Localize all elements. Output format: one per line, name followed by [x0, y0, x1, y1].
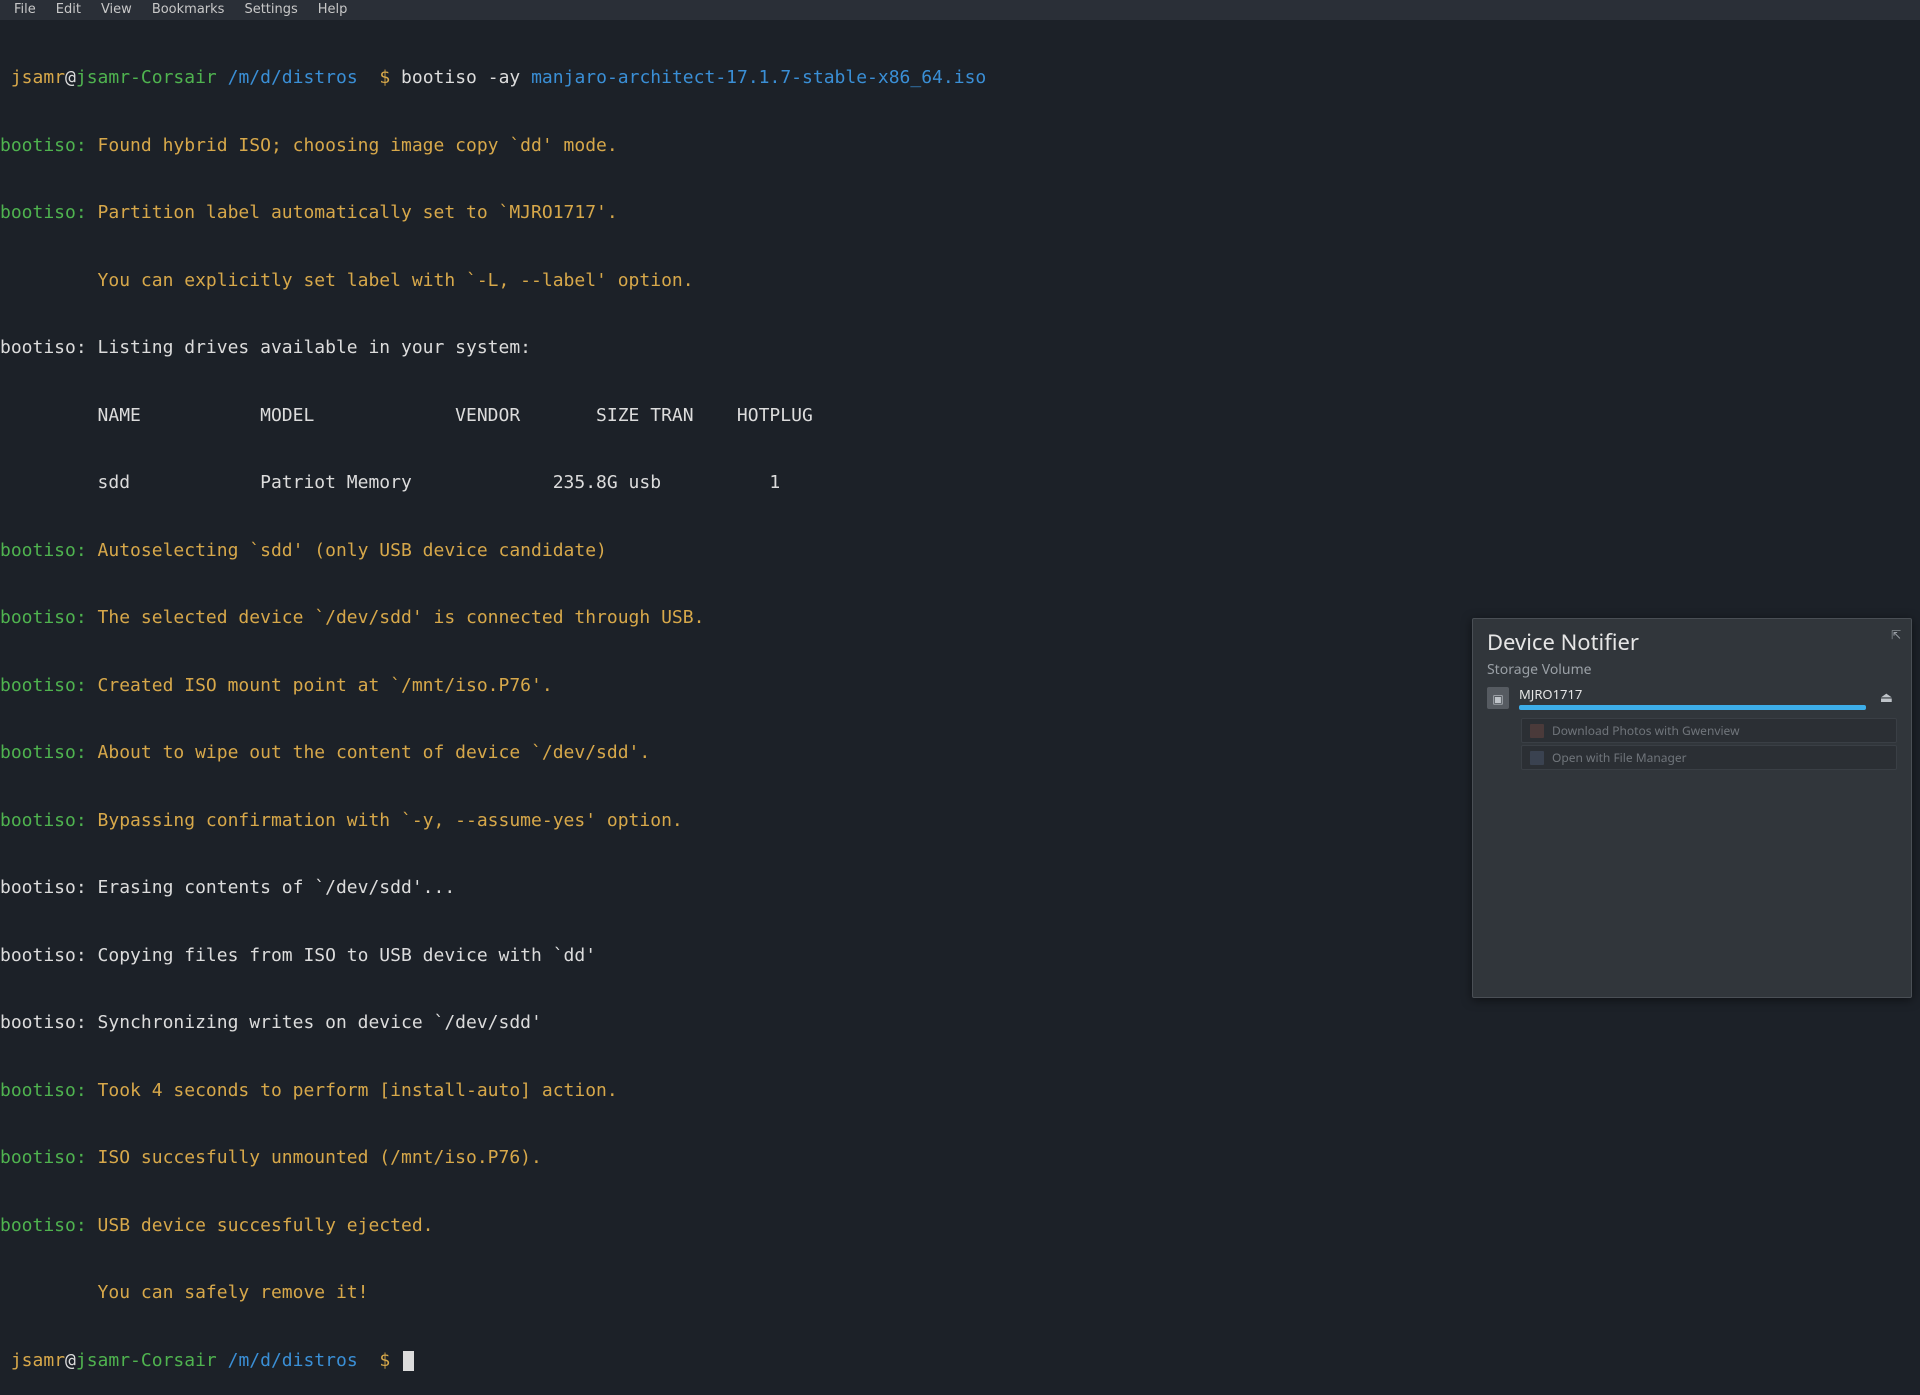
output-prefix: bootiso: — [0, 135, 87, 156]
folder-icon — [1530, 751, 1544, 765]
output-text: Copying files from ISO to USB device wit… — [98, 945, 597, 966]
menu-bookmarks[interactable]: Bookmarks — [142, 0, 235, 20]
prompt-line-1: jsamr@jsamr-Corsair /m/d/distros $ booti… — [0, 67, 1920, 90]
action-gwenview[interactable]: Download Photos with Gwenview — [1521, 718, 1897, 743]
eject-icon[interactable]: ⏏ — [1876, 689, 1897, 707]
popup-subhead: Storage Volume — [1487, 661, 1897, 679]
output-prefix: bootiso: — [0, 1215, 87, 1236]
output-line: You can safely remove it! — [0, 1282, 1920, 1305]
prompt-dollar: $ — [379, 1350, 390, 1371]
menu-settings[interactable]: Settings — [234, 0, 307, 20]
cmd-flags: -ay — [488, 67, 521, 88]
output-text: The selected device `/dev/sdd' is connec… — [98, 607, 705, 628]
device-usage-fill — [1519, 705, 1866, 710]
output-prefix: bootiso: — [0, 540, 87, 561]
device-name: MJRO1717 — [1519, 686, 1866, 702]
output-text: Autoselecting `sdd' (only USB device can… — [98, 540, 607, 561]
output-line: bootiso: Found hybrid ISO; choosing imag… — [0, 135, 1920, 158]
output-prefix: bootiso: — [0, 877, 87, 898]
prompt-path: /m/d/distros — [228, 67, 358, 88]
output-text: Created ISO mount point at `/mnt/iso.P76… — [98, 675, 553, 696]
drive-table-row: sdd Patriot Memory 235.8G usb 1 — [0, 472, 1920, 495]
prompt-at: @ — [65, 67, 76, 88]
device-usage-bar — [1519, 705, 1866, 710]
output-line: bootiso: Autoselecting `sdd' (only USB d… — [0, 540, 1920, 563]
output-line: bootiso: USB device succesfully ejected. — [0, 1215, 1920, 1238]
prompt-dollar: $ — [379, 67, 390, 88]
output-text: You can safely remove it! — [98, 1282, 369, 1303]
menu-file[interactable]: File — [4, 0, 46, 20]
popup-title: Device Notifier — [1487, 629, 1897, 657]
output-text: Found hybrid ISO; choosing image copy `d… — [98, 135, 618, 156]
output-prefix: bootiso: — [0, 337, 87, 358]
output-prefix: bootiso: — [0, 945, 87, 966]
menu-help[interactable]: Help — [308, 0, 358, 20]
output-text: Partition label automatically set to `MJ… — [98, 202, 618, 223]
output-prefix: bootiso: — [0, 675, 87, 696]
output-text: Synchronizing writes on device `/dev/sdd… — [98, 1012, 542, 1033]
menu-view[interactable]: View — [91, 0, 142, 20]
prompt-host: jsamr-Corsair — [76, 1350, 217, 1371]
prompt-path: /m/d/distros — [228, 1350, 358, 1371]
output-line: bootiso: Partition label automatically s… — [0, 202, 1920, 225]
menubar: File Edit View Bookmarks Settings Help — [0, 0, 1920, 20]
output-text: You can explicitly set label with `-L, -… — [98, 270, 694, 291]
prompt-user: jsamr — [11, 67, 65, 88]
output-text: Listing drives available in your system: — [98, 337, 531, 358]
output-line: bootiso: Listing drives available in you… — [0, 337, 1920, 360]
output-text: Bypassing confirmation with `-y, --assum… — [98, 810, 683, 831]
output-line: bootiso: Took 4 seconds to perform [inst… — [0, 1080, 1920, 1103]
photo-icon — [1530, 724, 1544, 738]
output-prefix: bootiso: — [0, 1147, 87, 1168]
device-info: MJRO1717 — [1519, 686, 1866, 710]
action-filemanager[interactable]: Open with File Manager — [1521, 745, 1897, 770]
output-text: USB device succesfully ejected. — [98, 1215, 434, 1236]
prompt-line-2: jsamr@jsamr-Corsair /m/d/distros $ — [0, 1350, 1920, 1373]
drive-icon: ▣ — [1487, 687, 1509, 709]
output-prefix: bootiso: — [0, 1080, 87, 1101]
menu-edit[interactable]: Edit — [46, 0, 91, 20]
cmd-arg: manjaro-architect-17.1.7-stable-x86_64.i… — [531, 67, 986, 88]
device-actions: Download Photos with Gwenview Open with … — [1521, 718, 1897, 770]
cursor — [403, 1351, 414, 1371]
output-line: bootiso: ISO succesfully unmounted (/mnt… — [0, 1147, 1920, 1170]
prompt-user: jsamr — [11, 1350, 65, 1371]
device-row[interactable]: ▣ MJRO1717 ⏏ — [1487, 684, 1897, 710]
output-line: You can explicitly set label with `-L, -… — [0, 270, 1920, 293]
output-prefix: bootiso: — [0, 202, 87, 223]
drive-table-header: NAME MODEL VENDOR SIZE TRAN HOTPLUG — [0, 405, 1920, 428]
prompt-host: jsamr-Corsair — [76, 67, 217, 88]
output-prefix: bootiso: — [0, 1012, 87, 1033]
prompt-at: @ — [65, 1350, 76, 1371]
output-text: Took 4 seconds to perform [install-auto]… — [98, 1080, 618, 1101]
action-label: Download Photos with Gwenview — [1552, 723, 1740, 738]
output-line: bootiso: Synchronizing writes on device … — [0, 1012, 1920, 1035]
output-text: Erasing contents of `/dev/sdd'... — [98, 877, 456, 898]
pin-icon[interactable]: ⇱ — [1891, 627, 1901, 642]
output-prefix: bootiso: — [0, 607, 87, 628]
output-text: sdd Patriot Memory 235.8G usb 1 — [98, 472, 781, 493]
output-text: About to wipe out the content of device … — [98, 742, 651, 763]
device-notifier-popup: ⇱ Device Notifier Storage Volume ▣ MJRO1… — [1472, 618, 1912, 998]
action-label: Open with File Manager — [1552, 750, 1687, 765]
output-text: NAME MODEL VENDOR SIZE TRAN HOTPLUG — [98, 405, 813, 426]
output-prefix: bootiso: — [0, 742, 87, 763]
output-text: ISO succesfully unmounted (/mnt/iso.P76)… — [98, 1147, 542, 1168]
cmd-bin: bootiso — [401, 67, 477, 88]
output-prefix: bootiso: — [0, 810, 87, 831]
